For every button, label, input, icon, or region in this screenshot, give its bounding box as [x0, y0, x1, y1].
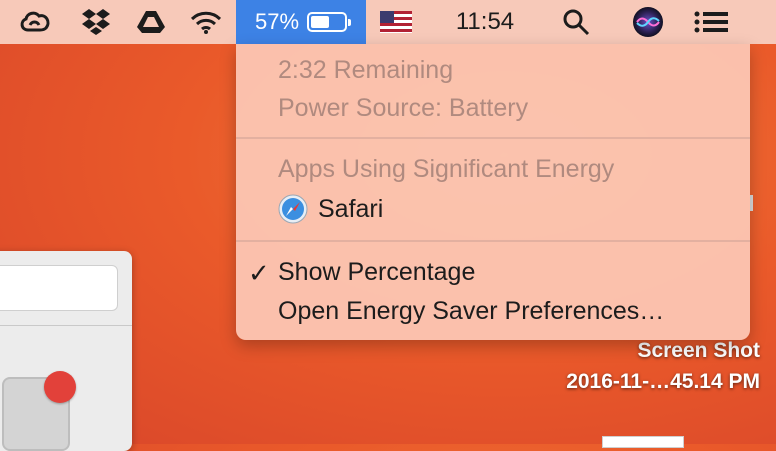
window-text-field[interactable] [0, 265, 118, 311]
show-percentage-item[interactable]: Show Percentage [278, 258, 475, 287]
window-divider [0, 325, 132, 326]
google-drive-icon[interactable] [130, 0, 172, 44]
creative-cloud-icon[interactable] [10, 0, 60, 44]
battery-dropdown-menu: 2:32 Remaining Power Source: Battery App… [236, 44, 750, 340]
menu-bar: 57% 11:54 [0, 0, 776, 44]
dropbox-icon[interactable] [74, 0, 118, 44]
menubar-clock[interactable]: 11:54 [430, 0, 540, 44]
notification-center-icon[interactable] [688, 0, 734, 44]
checkmark-icon: ✓ [248, 258, 270, 288]
safari-icon [278, 194, 308, 224]
apps-using-energy-header: Apps Using Significant Energy [278, 155, 615, 183]
time-remaining: 2:32 Remaining [278, 56, 454, 84]
battery-menu-extra[interactable]: 57% [236, 0, 366, 44]
desktop-file-thumbnail[interactable] [602, 436, 684, 448]
desktop-file-name-line1[interactable]: Screen Shot [500, 339, 760, 363]
background-window [0, 251, 132, 451]
power-source: Power Source: Battery [278, 94, 529, 122]
desktop-edge-mark [750, 195, 753, 211]
battery-icon [307, 12, 352, 32]
spotlight-search-icon[interactable] [556, 0, 596, 44]
siri-icon[interactable] [628, 0, 668, 44]
open-energy-saver-item[interactable]: Open Energy Saver Preferences… [278, 297, 664, 326]
desktop-file-name-line2[interactable]: 2016-11-…45.14 PM [500, 370, 760, 394]
red-indicator-dot [44, 371, 76, 403]
battery-level-fill [311, 16, 330, 28]
menu-separator [236, 137, 750, 139]
battery-percent: 57% [254, 9, 300, 34]
wifi-icon[interactable] [184, 0, 228, 44]
menu-separator [236, 240, 750, 242]
us-flag-icon[interactable] [378, 0, 414, 44]
app-item-safari[interactable]: Safari [318, 195, 383, 224]
